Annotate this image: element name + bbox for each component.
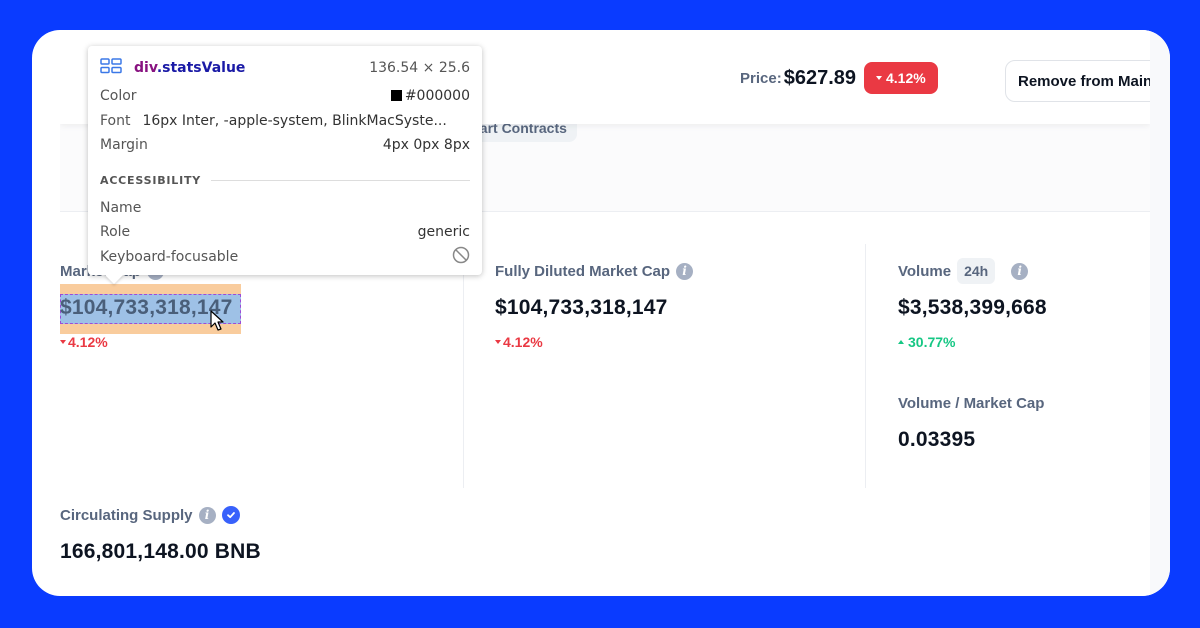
stat-value: 0.03395	[898, 428, 976, 451]
stat-circulating-supply: Circulating Supply i 166,801,148.00 BNB	[60, 504, 261, 564]
section-title: ACCESSIBILITY	[100, 174, 202, 187]
stat-change: 4.12%	[495, 334, 693, 350]
color-value: #000000	[404, 88, 470, 105]
remove-from-watchlist-button[interactable]: Remove from Main	[1005, 60, 1150, 102]
divider	[865, 244, 866, 488]
stat-label: Fully Diluted Market Cap i	[495, 260, 694, 282]
stat-change-value: 30.77%	[908, 334, 956, 350]
scroll-gutter	[1150, 30, 1170, 596]
row-key: Role	[100, 224, 131, 241]
stat-value: $104,733,318,147	[60, 296, 233, 319]
stat-value: $104,733,318,147	[495, 296, 668, 319]
inspector-row-role: Role generic	[100, 220, 470, 245]
row-value: 4px 0px 8px	[382, 137, 470, 154]
stat-label-text: Circulating Supply	[60, 506, 193, 524]
info-icon[interactable]: i	[1011, 262, 1029, 280]
element-class: .statsValue	[156, 60, 246, 76]
stat-change: 4.12%	[60, 334, 233, 350]
price-group: Price: $627.89 4.12%	[740, 62, 938, 94]
inspector-row-keyboard-focusable: Keyboard-focusable	[100, 245, 470, 270]
color-swatch	[390, 90, 402, 102]
verified-icon[interactable]	[221, 506, 240, 524]
stat-change-value: 4.12%	[68, 334, 108, 350]
row-key: Keyboard-focusable	[100, 248, 239, 265]
stat-label-text: Volume	[898, 262, 952, 280]
stat-label-text: Fully Diluted Market Cap	[495, 262, 671, 280]
info-icon[interactable]: i	[676, 262, 694, 280]
caret-down-icon	[876, 76, 882, 80]
stat-volume: Volume 24h i $3,538,399,668 30.77%	[898, 258, 1047, 350]
stat-label-text: Volume / Market Cap	[898, 394, 1045, 412]
inspector-row-color: Color #000000	[100, 84, 470, 109]
price-change-value: 4.12%	[886, 70, 926, 86]
not-allowed-icon	[452, 246, 470, 268]
inspector-row-font: Font 16px Inter, -apple-system, BlinkMac…	[100, 109, 470, 134]
price-value: $627.89	[783, 66, 856, 89]
inspector-header: div.statsValue 136.54 × 25.6	[100, 58, 470, 78]
accessibility-section-header: ACCESSIBILITY	[100, 172, 470, 190]
stat-value: 166,801,148.00 BNB	[60, 540, 261, 563]
row-value: 16px Inter, -apple-system, BlinkMacSyste…	[142, 112, 447, 129]
stat-fully-diluted-market-cap: Fully Diluted Market Cap i $104,733,318,…	[495, 260, 694, 350]
layout-grid-icon	[100, 58, 122, 78]
screenshot-card: Price: $627.89 4.12% Remove from Main Sm…	[32, 30, 1170, 596]
inspector-size: 136.54 × 25.6	[369, 60, 470, 76]
inspector-element-name: div.statsValue	[134, 60, 245, 76]
price-label: Price:	[740, 69, 782, 87]
mouse-cursor-icon	[210, 310, 226, 337]
price-change-badge: 4.12%	[864, 62, 938, 94]
stat-value: $3,538,399,668	[898, 296, 1047, 319]
info-icon[interactable]: i	[198, 506, 216, 524]
row-key: Margin	[100, 137, 148, 154]
stat-label: Volume / Market Cap	[898, 392, 1044, 414]
caret-down-icon	[60, 340, 66, 344]
divider	[463, 244, 464, 488]
caret-up-icon	[898, 340, 904, 344]
coin-page: Price: $627.89 4.12% Remove from Main Sm…	[60, 30, 1150, 596]
inspector-row-margin: Margin 4px 0px 8px	[100, 133, 470, 158]
stat-label: Volume 24h i	[898, 258, 1047, 284]
stat-change-value: 4.12%	[503, 334, 543, 350]
row-key: Name	[100, 199, 142, 216]
row-value: #000000	[390, 88, 470, 105]
caret-down-icon	[495, 340, 501, 344]
row-value: generic	[417, 224, 470, 241]
stat-label: Circulating Supply i	[60, 504, 261, 526]
row-key: Font	[100, 112, 131, 129]
devtools-inspector-tooltip: div.statsValue 136.54 × 25.6 Color #0000…	[88, 46, 482, 284]
element-tag: div	[134, 60, 157, 76]
stat-volume-market-cap: Volume / Market Cap 0.03395	[898, 392, 1044, 452]
row-key: Color	[100, 88, 137, 105]
divider	[211, 180, 470, 181]
stat-change: 30.77%	[898, 334, 1047, 350]
period-selector[interactable]: 24h	[957, 258, 996, 284]
inspector-row-name: Name	[100, 196, 470, 221]
tooltip-arrow	[104, 274, 124, 284]
